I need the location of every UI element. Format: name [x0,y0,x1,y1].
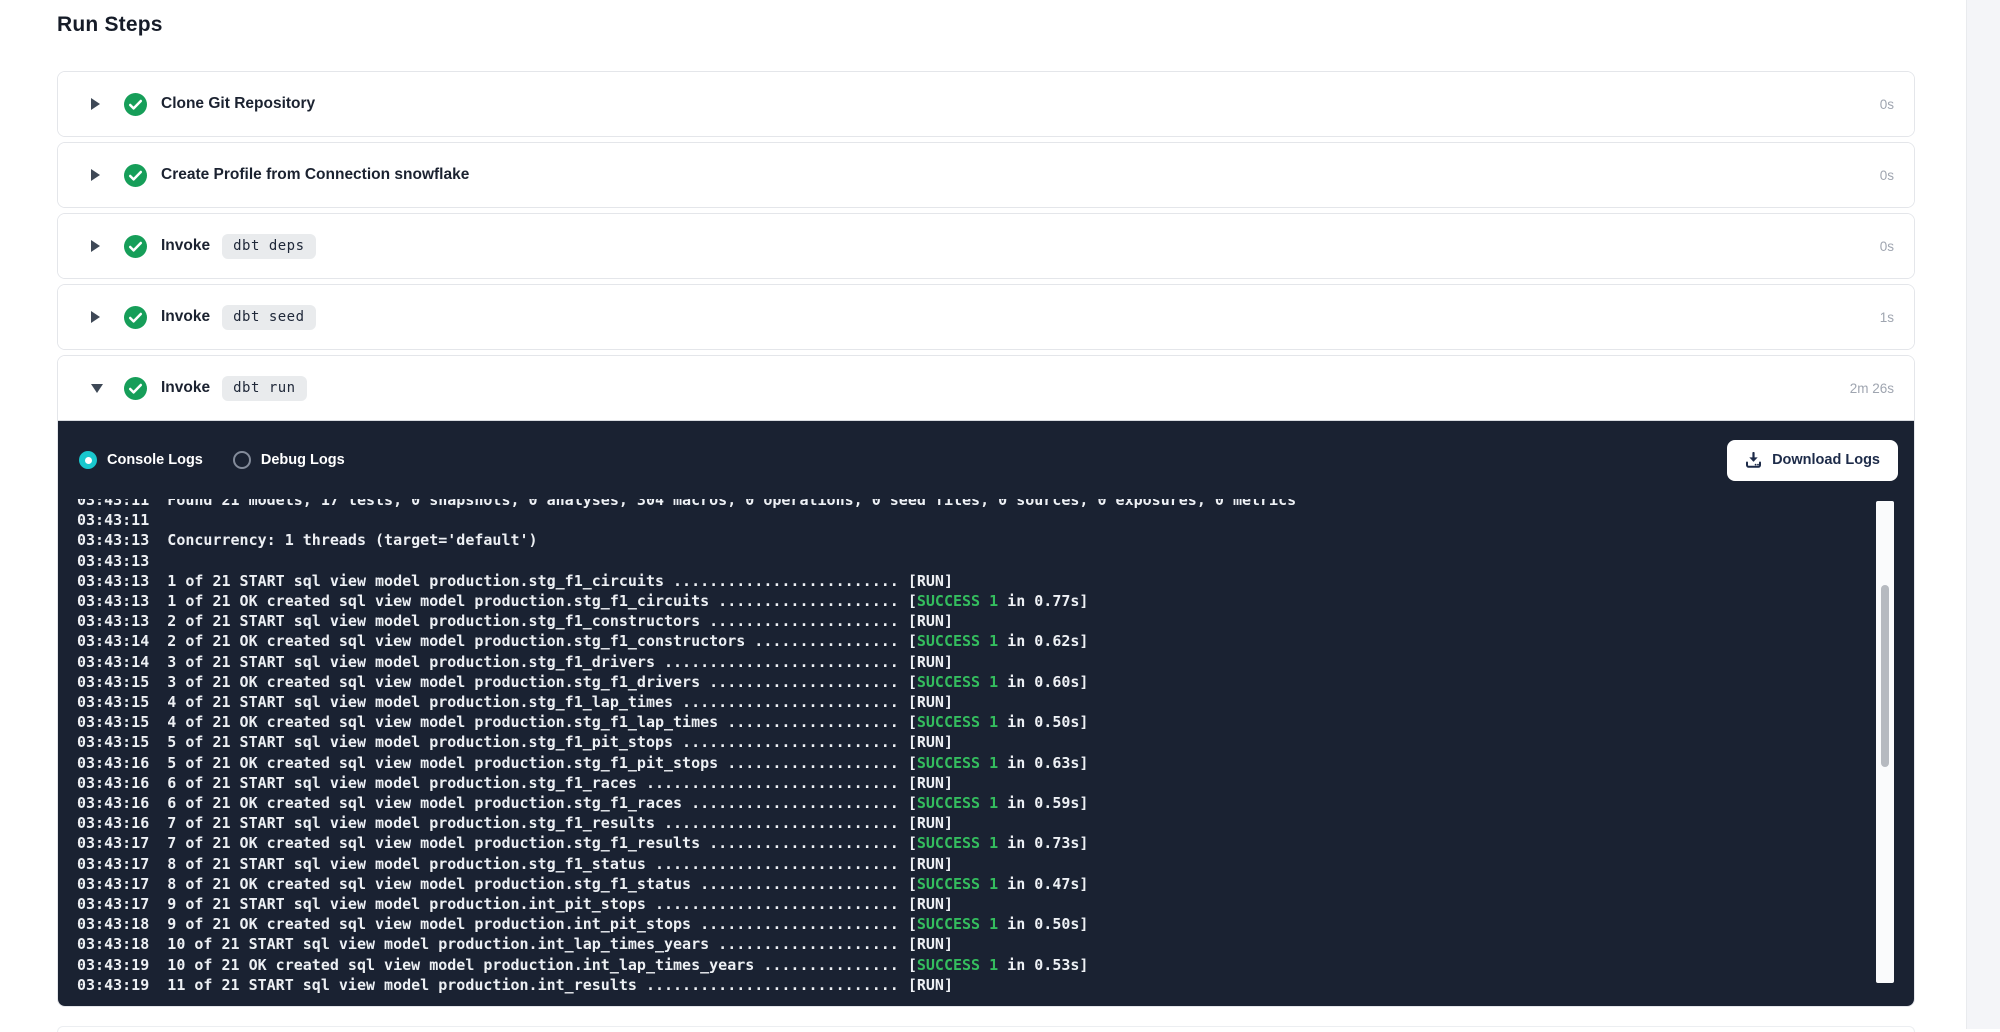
success-check-icon [124,164,147,187]
log-line: 03:43:14 3 of 21 START sql view model pr… [77,652,1914,672]
step-card-dbt-deps: Invoke dbt deps 0s [57,213,1915,279]
radio-selected-icon[interactable] [79,451,97,469]
command-badge: dbt seed [222,305,315,330]
log-line: 03:43:16 6 of 21 OK created sql view mod… [77,793,1914,813]
console-logs-radio[interactable]: Console Logs [79,451,203,469]
step-label: Invoke [161,308,210,326]
success-check-icon [124,93,147,116]
log-line: 03:43:17 9 of 21 START sql view model pr… [77,894,1914,914]
log-content: 03:43:11 Found 21 models, 17 tests, 0 sn… [77,499,1914,995]
success-check-icon [124,306,147,329]
log-line: 03:43:17 7 of 21 OK created sql view mod… [77,833,1914,853]
log-line: 03:43:13 1 of 21 OK created sql view mod… [77,591,1914,611]
step-duration: 2m 26s [1850,381,1894,396]
step-card-create-profile: Create Profile from Connection snowflake… [57,142,1915,208]
log-line: 03:43:15 5 of 21 START sql view model pr… [77,732,1914,752]
log-scrollbar[interactable] [1876,501,1894,983]
step-duration: 1s [1880,310,1894,325]
step-duration: 0s [1880,239,1894,254]
radio-unselected-icon[interactable] [233,451,251,469]
log-line: 03:43:18 10 of 21 START sql view model p… [77,934,1914,954]
success-check-icon [124,235,147,258]
right-gutter [1966,0,2000,1029]
logs-panel: Console Logs Debug Logs Download Logs [58,420,1914,1006]
console-logs-label: Console Logs [107,452,203,468]
caret-right-icon[interactable] [91,311,100,323]
command-badge: dbt deps [222,234,315,259]
command-badge: dbt run [222,376,307,401]
download-icon [1745,452,1762,469]
logs-toolbar: Console Logs Debug Logs Download Logs [58,421,1914,499]
caret-right-icon[interactable] [91,169,100,181]
log-line: 03:43:17 8 of 21 OK created sql view mod… [77,874,1914,894]
log-line: 03:43:13 Concurrency: 1 threads (target=… [77,530,1914,550]
log-line: 03:43:15 4 of 21 START sql view model pr… [77,692,1914,712]
log-scrollbar-thumb[interactable] [1881,585,1889,767]
caret-right-icon[interactable] [91,240,100,252]
log-line: 03:43:16 6 of 21 START sql view model pr… [77,773,1914,793]
step-header-create-profile[interactable]: Create Profile from Connection snowflake… [58,143,1914,207]
log-line: 03:43:17 8 of 21 START sql view model pr… [77,854,1914,874]
success-check-icon [124,377,147,400]
log-line: 03:43:15 3 of 21 OK created sql view mod… [77,672,1914,692]
log-line: 03:43:18 9 of 21 OK created sql view mod… [77,914,1914,934]
debug-logs-radio[interactable]: Debug Logs [233,451,345,469]
step-header-clone-git-repository[interactable]: Clone Git Repository 0s [58,72,1914,136]
log-line: 03:43:11 [77,510,1914,530]
log-line: 03:43:13 [77,551,1914,571]
step-header-dbt-run[interactable]: Invoke dbt run 2m 26s [58,356,1914,420]
log-line: 03:43:16 5 of 21 OK created sql view mod… [77,753,1914,773]
run-steps-list: Clone Git Repository 0s Create Profile f… [57,71,1915,1007]
page-title: Run Steps [57,13,1915,37]
step-label: Invoke [161,379,210,397]
log-line: 03:43:11 Found 21 models, 17 tests, 0 sn… [77,499,1914,510]
log-line: 03:43:19 10 of 21 OK created sql view mo… [77,955,1914,975]
step-card-dbt-run: Invoke dbt run 2m 26s Console Logs Debug… [57,355,1915,1007]
step-card-clone-git-repository: Clone Git Repository 0s [57,71,1915,137]
log-line: 03:43:19 11 of 21 START sql view model p… [77,975,1914,995]
log-line: 03:43:13 2 of 21 START sql view model pr… [77,611,1914,631]
debug-logs-label: Debug Logs [261,452,345,468]
step-duration: 0s [1880,97,1894,112]
step-label: Invoke [161,237,210,255]
log-line: 03:43:14 2 of 21 OK created sql view mod… [77,631,1914,651]
step-label: Create Profile from Connection snowflake [161,166,469,184]
log-viewport[interactable]: 03:43:11 Found 21 models, 17 tests, 0 sn… [58,499,1914,1006]
download-logs-button[interactable]: Download Logs [1727,440,1898,481]
step-card-dbt-seed: Invoke dbt seed 1s [57,284,1915,350]
run-steps-section: Run Steps Clone Git Repository 0s Create… [57,0,1915,1012]
step-header-dbt-deps[interactable]: Invoke dbt deps 0s [58,214,1914,278]
step-header-dbt-seed[interactable]: Invoke dbt seed 1s [58,285,1914,349]
log-line: 03:43:15 4 of 21 OK created sql view mod… [77,712,1914,732]
step-label: Clone Git Repository [161,95,315,113]
step-duration: 0s [1880,168,1894,183]
next-section-edge [57,1026,1915,1032]
log-line: 03:43:13 1 of 21 START sql view model pr… [77,571,1914,591]
caret-down-icon[interactable] [91,384,103,393]
caret-right-icon[interactable] [91,98,100,110]
download-logs-label: Download Logs [1772,452,1880,468]
log-line: 03:43:16 7 of 21 START sql view model pr… [77,813,1914,833]
